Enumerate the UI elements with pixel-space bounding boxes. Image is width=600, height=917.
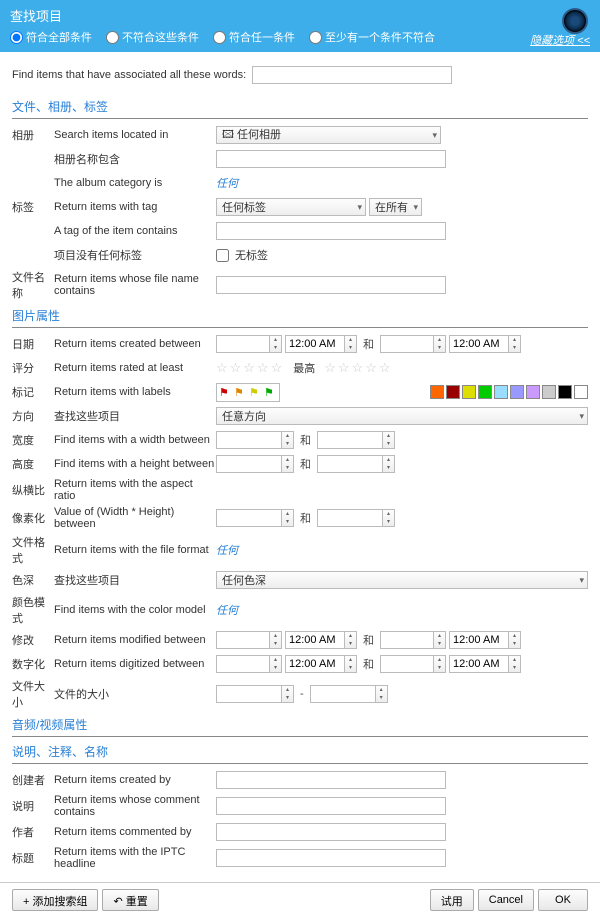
comment-input[interactable] (216, 797, 446, 815)
all-words-label: Find items that have associated all thes… (12, 69, 246, 81)
width-max[interactable]: ▴▾ (317, 431, 395, 449)
dig-time2[interactable]: ▴▾ (449, 655, 521, 673)
all-words-input[interactable] (252, 66, 452, 84)
album-label: 相册 (12, 127, 54, 143)
format-link[interactable]: 任何 (216, 542, 238, 558)
headline-input[interactable] (216, 849, 446, 867)
size-max[interactable]: ▴▾ (310, 685, 388, 703)
ok-button[interactable]: OK (538, 889, 588, 911)
color-swatches[interactable] (430, 385, 588, 399)
dig-date1[interactable]: ▴▾ (216, 655, 282, 673)
pixel-min[interactable]: ▴▾ (216, 509, 294, 527)
section-av: 音频/视频属性 (12, 716, 588, 733)
opt-all[interactable]: 符合全部条件 (10, 29, 92, 45)
date1-input[interactable]: ▴▾ (216, 335, 282, 353)
eye-icon (562, 8, 588, 34)
colordepth-select[interactable]: 任何色深 (216, 571, 588, 589)
try-button[interactable]: 试用 (430, 889, 474, 911)
match-options: 符合全部条件 不符合这些条件 符合任一条件 至少有一个条件不符合 (10, 29, 590, 48)
tags-label: 标签 (12, 199, 54, 215)
tag-select[interactable]: 任何标签 (216, 198, 366, 216)
opt-any[interactable]: 符合任一条件 (213, 29, 295, 45)
size-min[interactable]: ▴▾ (216, 685, 294, 703)
header: 查找项目 符合全部条件 不符合这些条件 符合任一条件 至少有一个条件不符合 隐藏… (0, 0, 600, 52)
album-category-link[interactable]: 任何 (216, 175, 238, 191)
opt-none[interactable]: 不符合这些条件 (106, 29, 199, 45)
add-group-button[interactable]: + 添加搜索组 (12, 889, 98, 911)
section-files: 文件、相册、标签 (12, 98, 588, 115)
stars-max[interactable]: ☆☆☆☆☆ (324, 360, 392, 376)
height-min[interactable]: ▴▾ (216, 455, 294, 473)
window-title: 查找项目 (10, 6, 590, 25)
hide-options-link[interactable]: 隐藏选项 << (530, 32, 590, 48)
time1-input[interactable]: ▴▾ (285, 335, 357, 353)
creator-input[interactable] (216, 771, 446, 789)
section-caption: 说明、注释、名称 (12, 743, 588, 760)
cancel-button[interactable]: Cancel (478, 889, 534, 911)
date2-input[interactable]: ▴▾ (380, 335, 446, 353)
stars-min[interactable]: ☆☆☆☆☆ (216, 360, 284, 376)
flags-picker[interactable]: ⚑⚑⚑⚑ (216, 383, 280, 402)
mod-time1[interactable]: ▴▾ (285, 631, 357, 649)
reset-button[interactable]: ↶ 重置 (102, 889, 158, 911)
orientation-select[interactable]: 任意方向 (216, 407, 588, 425)
filename-label: 文件名称 (12, 269, 54, 301)
section-image: 图片属性 (12, 307, 588, 324)
notag-check[interactable] (216, 249, 229, 262)
mod-date1[interactable]: ▴▾ (216, 631, 282, 649)
dig-date2[interactable]: ▴▾ (380, 655, 446, 673)
filename-input[interactable] (216, 276, 446, 294)
time2-input[interactable]: ▴▾ (449, 335, 521, 353)
height-max[interactable]: ▴▾ (317, 455, 395, 473)
pixel-max[interactable]: ▴▾ (317, 509, 395, 527)
dig-time1[interactable]: ▴▾ (285, 655, 357, 673)
opt-notall[interactable]: 至少有一个条件不符合 (309, 29, 435, 45)
tag-scope-select[interactable]: 在所有 (369, 198, 422, 216)
album-name-input[interactable] (216, 150, 446, 168)
width-min[interactable]: ▴▾ (216, 431, 294, 449)
mod-time2[interactable]: ▴▾ (449, 631, 521, 649)
mod-date2[interactable]: ▴▾ (380, 631, 446, 649)
album-select[interactable]: 🖾 任何相册 (216, 126, 441, 144)
tag-contains-input[interactable] (216, 222, 446, 240)
colormodel-link[interactable]: 任何 (216, 602, 238, 618)
author-input[interactable] (216, 823, 446, 841)
